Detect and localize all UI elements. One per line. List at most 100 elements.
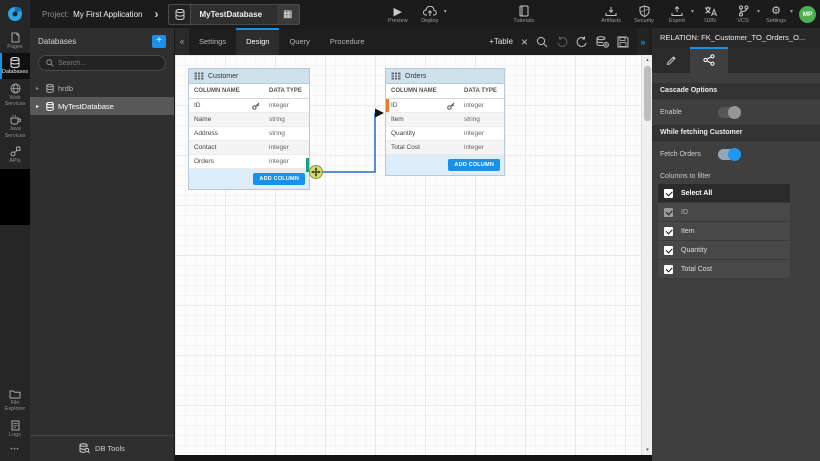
rail-item-apis[interactable]: APIs [0, 142, 30, 167]
checkbox-checked-icon[interactable] [664, 246, 673, 255]
rail-item-web-services[interactable]: Web Services [0, 79, 30, 111]
save-icon[interactable] [617, 36, 629, 48]
dashboard-grid-icon[interactable]: ▦ [277, 5, 299, 24]
databases-icon [10, 57, 20, 68]
relation-tabs [652, 47, 820, 73]
db-tree-item-hrdb[interactable]: ▸ hrdb [30, 79, 174, 97]
open-database-tab[interactable]: MyTestDatabase * ▦ [168, 4, 299, 25]
export-button[interactable]: Export ▾ [664, 0, 690, 28]
tab-relation[interactable] [690, 47, 728, 73]
database-tab-title: MyTestDatabase [191, 5, 268, 24]
scrollbar-thumb[interactable] [644, 66, 651, 121]
workspace: « Settings Design Query Procedure +Table… [175, 28, 652, 461]
enable-field: Enable [652, 99, 820, 125]
tab-design[interactable]: Design [236, 28, 279, 55]
settings-button[interactable]: ⚙ Settings ▾ [763, 0, 789, 28]
tutorials-button[interactable]: Tutorials [511, 0, 537, 28]
scroll-up-icon[interactable]: ▴ [642, 57, 653, 63]
rail-label: Pages [7, 44, 23, 50]
filter-row-quantity[interactable]: Quantity [658, 241, 790, 260]
expand-panel-button[interactable]: » [637, 28, 649, 55]
collapse-panel-button[interactable]: « [175, 28, 189, 55]
artifacts-label: Artifacts [601, 18, 621, 24]
logs-icon [11, 420, 20, 431]
canvas-vertical-scrollbar[interactable]: ▴ ▾ [641, 55, 652, 455]
filter-label: Item [681, 228, 695, 235]
deploy-button[interactable]: Deploy ▾ [417, 0, 443, 28]
branch-icon [738, 4, 749, 17]
design-canvas[interactable]: Customer COLUMN NAME DATA TYPE ID [175, 55, 652, 455]
canvas-bottom-strip [175, 455, 652, 461]
tab-procedure[interactable]: Procedure [320, 28, 375, 55]
db-tools-icon [79, 443, 90, 454]
rail-more-button[interactable]: ••• [0, 441, 30, 461]
checkbox-checked-icon[interactable] [664, 189, 673, 198]
tab-query[interactable]: Query [279, 28, 319, 55]
rail-item-file-explorer[interactable]: File Explorer [0, 384, 30, 416]
enable-toggle[interactable] [718, 107, 741, 118]
app-logo[interactable] [0, 0, 30, 28]
while-fetching-header: While fetching Customer [652, 125, 820, 141]
deploy-label: Deploy [421, 18, 438, 24]
artifacts-button[interactable]: Artifacts [598, 0, 624, 28]
search-zoom-icon[interactable] [536, 36, 548, 48]
connector-drag-handle-icon[interactable] [310, 166, 323, 179]
tab-edit-column[interactable] [652, 47, 690, 73]
scroll-down-icon[interactable]: ▾ [642, 447, 653, 453]
vcs-button[interactable]: VCS ▾ [730, 0, 756, 28]
fetch-orders-field: Fetch Orders [652, 141, 820, 167]
db-tree-item-mytestdatabase[interactable]: ▸ MyTestDatabase [30, 97, 174, 115]
rail-item-pages[interactable]: Pages [0, 28, 30, 53]
settings-label: Settings [766, 18, 786, 24]
add-table-button[interactable]: +Table [489, 37, 513, 46]
rail-label: APIs [9, 158, 21, 164]
app-window: Project: My First Application › MyTestDa… [0, 0, 820, 461]
security-button[interactable]: Security [631, 0, 657, 28]
relation-title: RELATION: FK_Customer_TO_Orders_O... [652, 28, 820, 47]
redo-icon[interactable] [576, 36, 588, 48]
add-database-button[interactable]: + [152, 35, 166, 48]
relation-panel: RELATION: FK_Customer_TO_Orders_O... Cas… [652, 28, 820, 461]
rail-label: Databases [2, 69, 28, 75]
database-icon [169, 5, 191, 24]
caret-right-icon[interactable]: ▸ [36, 103, 42, 110]
rail-item-databases[interactable]: Databases [0, 53, 30, 78]
download-tray-icon [605, 4, 617, 17]
gear-icon: ⚙ [771, 4, 781, 17]
filter-row-select-all[interactable]: Select All [658, 184, 790, 203]
i18n-button[interactable]: I18N [697, 0, 723, 28]
filter-row-total-cost[interactable]: Total Cost [658, 260, 790, 279]
project-breadcrumb[interactable]: Project: My First Application [42, 10, 142, 19]
preview-label: Preview [388, 18, 408, 24]
caret-right-icon[interactable]: ▸ [36, 85, 42, 92]
tab-settings[interactable]: Settings [189, 28, 236, 55]
connector-arrowhead-icon [375, 109, 384, 118]
relation-connector[interactable] [175, 55, 641, 455]
database-search[interactable] [38, 55, 166, 71]
rail-item-java-services[interactable]: Java Services [0, 110, 30, 142]
preview-button[interactable]: ▶ Preview [385, 0, 411, 28]
book-icon [519, 4, 529, 17]
db-tools-button[interactable]: DB Tools [30, 435, 174, 461]
filter-row-item[interactable]: Item [658, 222, 790, 241]
search-input[interactable] [58, 60, 158, 67]
export-caret-icon: ▾ [691, 8, 694, 15]
rail-item-logs[interactable]: Logs [0, 416, 30, 441]
add-db-object-icon[interactable] [596, 36, 609, 48]
db-tree-label: MyTestDatabase [58, 102, 114, 111]
cascade-options-header: Cascade Options [652, 83, 820, 99]
user-avatar[interactable]: MP [799, 6, 816, 23]
db-tree-label: hrdb [58, 84, 73, 93]
checkbox-checked-icon[interactable] [664, 265, 673, 274]
rail-label: File Explorer [0, 400, 30, 413]
checkbox-checked-icon[interactable] [664, 227, 673, 236]
undo-icon[interactable] [556, 36, 568, 48]
project-name: My First Application [73, 10, 142, 19]
topbar: Project: My First Application › MyTestDa… [0, 0, 820, 28]
database-icon [46, 102, 54, 111]
security-label: Security [634, 18, 654, 24]
tutorials-label: Tutorials [513, 18, 534, 24]
filter-row-id[interactable]: ID [658, 203, 790, 222]
close-icon[interactable]: × [521, 35, 528, 49]
fetch-orders-toggle[interactable] [718, 149, 741, 160]
